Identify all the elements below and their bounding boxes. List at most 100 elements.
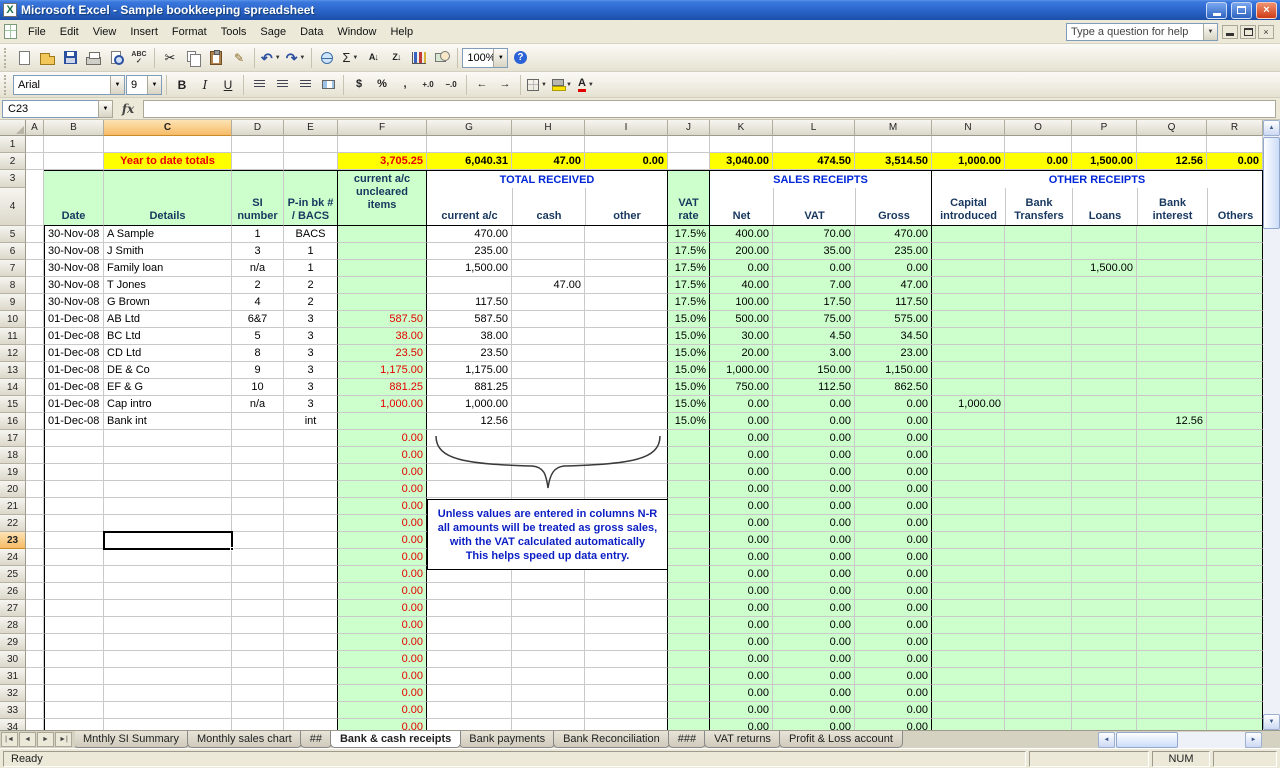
cell[interactable]: [932, 549, 1005, 566]
cell[interactable]: 0.00: [855, 651, 932, 668]
print-preview-button[interactable]: [105, 47, 127, 69]
active-cell-outline[interactable]: [103, 531, 233, 550]
cell[interactable]: 1,500.00: [1072, 153, 1137, 170]
header-O[interactable]: BankTransfers: [1005, 188, 1072, 225]
cell[interactable]: [104, 702, 232, 719]
cell[interactable]: [668, 668, 710, 685]
sheet-tab[interactable]: Bank Reconciliation: [553, 731, 670, 748]
cell[interactable]: [104, 549, 232, 566]
cell[interactable]: 01-Dec-08: [44, 311, 104, 328]
cell[interactable]: 12.56: [427, 413, 512, 430]
cell[interactable]: [1005, 719, 1072, 730]
cell[interactable]: [1005, 651, 1072, 668]
cell[interactable]: [26, 566, 44, 583]
cell[interactable]: 500.00: [710, 311, 773, 328]
help-question-box[interactable]: Type a question for help ▼: [1066, 23, 1218, 41]
scroll-down-button[interactable]: ▼: [1263, 714, 1280, 730]
align-right-button[interactable]: [294, 74, 316, 96]
cell[interactable]: [1072, 345, 1137, 362]
cell[interactable]: 0.00: [855, 447, 932, 464]
cell[interactable]: 38.00: [427, 328, 512, 345]
cell[interactable]: 0.00: [855, 549, 932, 566]
cell[interactable]: [26, 243, 44, 260]
cell[interactable]: 0.00: [338, 464, 427, 481]
cell[interactable]: 9: [232, 362, 284, 379]
cell[interactable]: [44, 515, 104, 532]
row-header-10[interactable]: 10: [0, 311, 26, 328]
cell[interactable]: [44, 600, 104, 617]
header-group-title[interactable]: SALES RECEIPTS: [710, 171, 931, 188]
cell[interactable]: 23.00: [855, 345, 932, 362]
col-header-A[interactable]: A: [26, 120, 44, 136]
cell[interactable]: [1207, 685, 1263, 702]
cell[interactable]: [1005, 566, 1072, 583]
cell[interactable]: [427, 702, 512, 719]
name-box[interactable]: C23: [2, 100, 98, 118]
sheet-tab[interactable]: ##: [300, 731, 332, 748]
cell[interactable]: [1072, 549, 1137, 566]
cell[interactable]: 0.00: [773, 549, 855, 566]
cell[interactable]: [1207, 515, 1263, 532]
cell[interactable]: [44, 447, 104, 464]
fill-handle[interactable]: [230, 547, 234, 551]
menu-data[interactable]: Data: [293, 20, 330, 43]
cell[interactable]: 30-Nov-08: [44, 277, 104, 294]
cell[interactable]: 0.00: [710, 668, 773, 685]
cell[interactable]: [338, 260, 427, 277]
col-header-O[interactable]: O: [1005, 120, 1072, 136]
format-painter-button[interactable]: ✎: [228, 47, 250, 69]
chevron-down-icon[interactable]: ▼: [493, 49, 507, 67]
header-H[interactable]: cash: [512, 188, 585, 225]
cell[interactable]: [338, 136, 427, 153]
cell[interactable]: [1005, 396, 1072, 413]
undo-button[interactable]: ↶▼: [259, 47, 283, 69]
cell[interactable]: G Brown: [104, 294, 232, 311]
cell[interactable]: [932, 566, 1005, 583]
cell[interactable]: 0.00: [773, 396, 855, 413]
row-header-12[interactable]: 12: [0, 345, 26, 362]
cell[interactable]: [932, 702, 1005, 719]
cell[interactable]: 0.00: [338, 634, 427, 651]
cell[interactable]: [1005, 328, 1072, 345]
cell[interactable]: [512, 260, 585, 277]
cell[interactable]: [932, 413, 1005, 430]
cell[interactable]: 0.00: [855, 583, 932, 600]
cell[interactable]: [1005, 668, 1072, 685]
cell[interactable]: [932, 379, 1005, 396]
cell[interactable]: [668, 515, 710, 532]
header-M[interactable]: Gross: [855, 188, 932, 225]
cell[interactable]: [1137, 668, 1207, 685]
cell[interactable]: [512, 136, 585, 153]
cell[interactable]: 0.00: [338, 566, 427, 583]
cell[interactable]: [1072, 617, 1137, 634]
print-button[interactable]: [82, 47, 104, 69]
cell[interactable]: [26, 379, 44, 396]
cell[interactable]: [26, 719, 44, 730]
cell[interactable]: 0.00: [710, 464, 773, 481]
cell[interactable]: 30-Nov-08: [44, 226, 104, 243]
cell[interactable]: [1137, 379, 1207, 396]
cell[interactable]: [1137, 294, 1207, 311]
header-L[interactable]: VAT: [773, 188, 855, 225]
menu-insert[interactable]: Insert: [123, 20, 165, 43]
horizontal-scroll-track[interactable]: [1115, 732, 1245, 748]
cell[interactable]: [932, 345, 1005, 362]
cell[interactable]: 15.0%: [668, 345, 710, 362]
cell[interactable]: DE & Co: [104, 362, 232, 379]
copy-button[interactable]: [182, 47, 204, 69]
cell[interactable]: [668, 549, 710, 566]
cell[interactable]: [585, 311, 668, 328]
sheet-tab[interactable]: VAT returns: [704, 731, 781, 748]
cell[interactable]: 1,000.00: [932, 396, 1005, 413]
cell[interactable]: [932, 617, 1005, 634]
cell[interactable]: [427, 277, 512, 294]
cell[interactable]: EF & G: [104, 379, 232, 396]
cell[interactable]: [44, 668, 104, 685]
cell[interactable]: [26, 515, 44, 532]
cell[interactable]: [932, 294, 1005, 311]
cell[interactable]: [284, 481, 338, 498]
cell[interactable]: [710, 136, 773, 153]
cell[interactable]: [1207, 702, 1263, 719]
cell[interactable]: Bank int: [104, 413, 232, 430]
cell[interactable]: 0.00: [710, 447, 773, 464]
